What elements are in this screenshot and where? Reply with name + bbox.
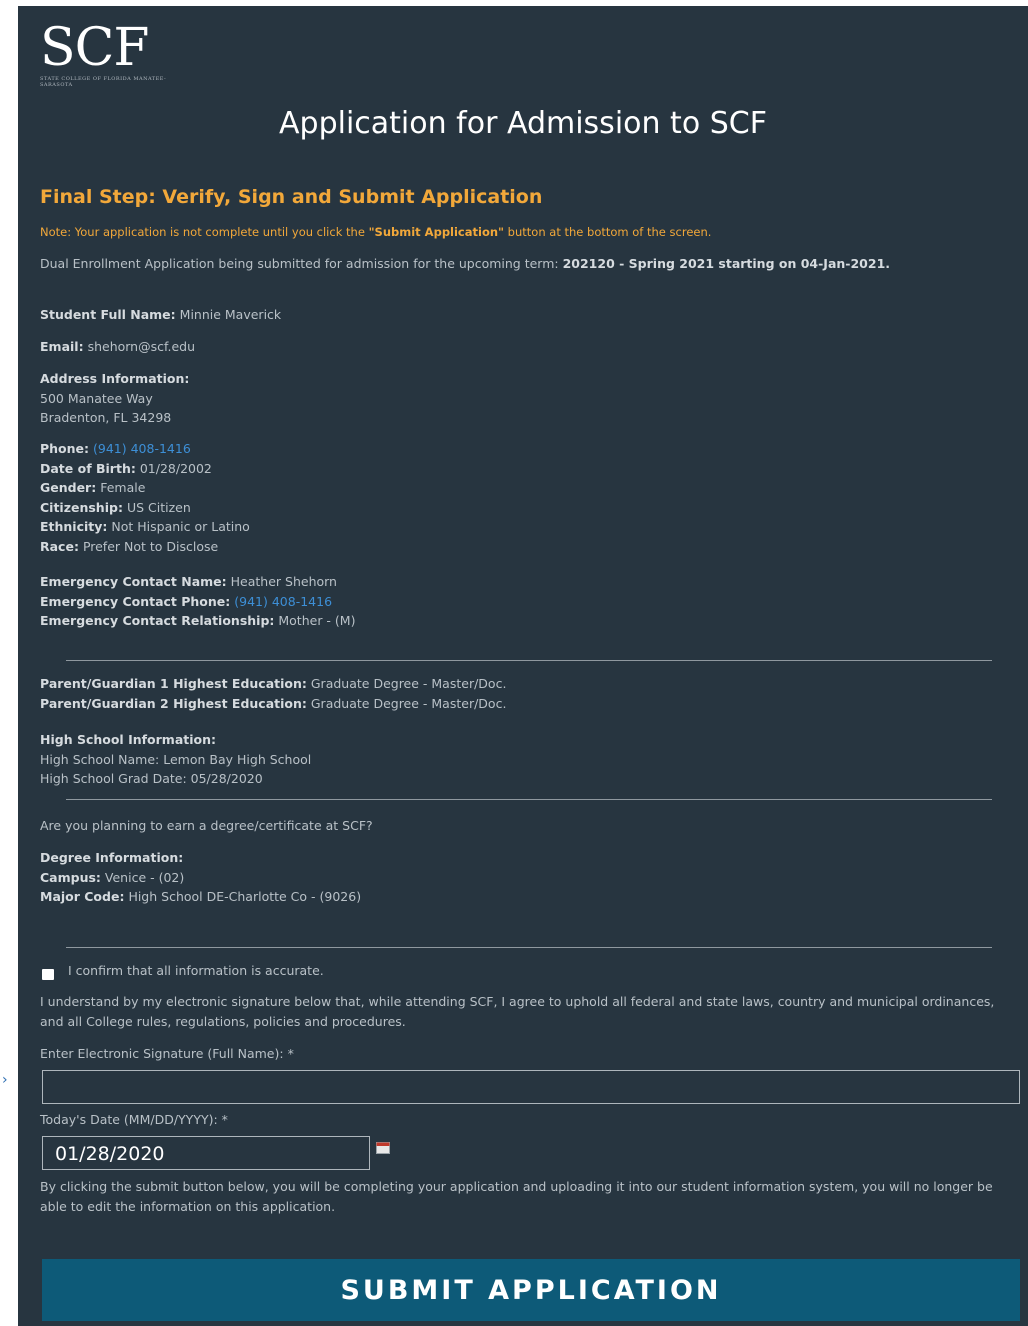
- parent-education: Parent/Guardian 1 Highest Education: Gra…: [40, 674, 506, 713]
- citizenship-value: US Citizen: [126, 499, 191, 515]
- address-label: Address Information:: [40, 371, 190, 386]
- emergency-name-label: Emergency Contact Name:: [40, 574, 227, 589]
- date-input[interactable]: 01/28/2020: [42, 1136, 370, 1170]
- required-marker: *: [287, 1046, 294, 1061]
- emergency-contact: Emergency Contact Name: Heather Shehorn …: [40, 572, 355, 631]
- calendar-icon[interactable]: [376, 1142, 390, 1154]
- emergency-phone-label: Emergency Contact Phone:: [40, 593, 231, 609]
- address-block: Address Information: 500 Manatee Way Bra…: [40, 369, 189, 428]
- required-marker: *: [221, 1112, 228, 1127]
- agreement-text: I understand by my electronic signature …: [40, 994, 995, 1029]
- emergency-relationship: Mother - (M): [278, 613, 356, 628]
- ethnicity-value: Not Hispanic or Latino: [111, 519, 250, 534]
- date-label: Today's Date (MM/DD/YYYY): *: [40, 1110, 228, 1130]
- dob-value: 01/28/2002: [139, 460, 212, 476]
- personal-details: Phone: (941) 408-1416 Date of Birth: 01/…: [40, 439, 250, 556]
- note-prefix: Note: Your application is not complete u…: [40, 225, 369, 239]
- logo-subtitle: STATE COLLEGE OF FLORIDA MANATEE-SARASOT…: [40, 76, 167, 88]
- high-school-name: Lemon Bay High School: [163, 751, 312, 767]
- race-label: Race:: [40, 538, 79, 554]
- confirm-checkbox[interactable]: [42, 969, 54, 980]
- intro-text: Dual Enrollment Application being submit…: [40, 254, 970, 274]
- campus-value: Venice - (02): [104, 869, 185, 885]
- completion-note: Note: Your application is not complete u…: [40, 225, 711, 239]
- parent2-label: Parent/Guardian 2 Highest Education:: [40, 695, 307, 711]
- address-line1: 500 Manatee Way: [40, 390, 153, 406]
- phone-link[interactable]: (941) 408-1416: [93, 441, 191, 456]
- ethnicity-label: Ethnicity:: [40, 519, 108, 534]
- final-note: By clicking the submit button below, you…: [40, 1179, 993, 1214]
- logo-mark: SCF: [40, 18, 150, 78]
- email-label: Email:: [40, 339, 84, 354]
- citizenship-label: Citizenship:: [40, 499, 123, 515]
- divider: [66, 799, 992, 800]
- high-school-grad: 05/28/2020: [190, 771, 263, 786]
- dob-label: Date of Birth:: [40, 460, 136, 476]
- major-value: High School DE-Charlotte Co - (9026): [128, 889, 362, 904]
- confirm-label: I confirm that all information is accura…: [68, 963, 324, 978]
- intro-text-lead: Dual Enrollment Application being submit…: [40, 256, 563, 271]
- email-row: Email: shehorn@scf.edu: [40, 337, 195, 357]
- campus-label: Campus:: [40, 869, 101, 885]
- date-label-text: Today's Date (MM/DD/YYYY):: [40, 1112, 218, 1127]
- signature-input[interactable]: [42, 1070, 1020, 1104]
- signature-label: Enter Electronic Signature (Full Name): …: [40, 1044, 294, 1064]
- high-school-heading: High School Information:: [40, 732, 217, 747]
- gender-label: Gender:: [40, 480, 97, 495]
- signature-label-text: Enter Electronic Signature (Full Name):: [40, 1046, 284, 1061]
- page-title: Application for Admission to SCF: [279, 106, 767, 141]
- parent2-value: Graduate Degree - Master/Doc.: [310, 695, 507, 711]
- degree-info: Degree Information: Campus: Venice - (02…: [40, 848, 361, 907]
- high-school-info: High School Information: High School Nam…: [40, 730, 311, 789]
- high-school-name-label: High School Name:: [40, 751, 160, 767]
- side-arrow-icon: ›: [2, 1072, 8, 1088]
- race-value: Prefer Not to Disclose: [82, 538, 219, 554]
- note-emphasis: "Submit Application": [368, 225, 505, 239]
- emergency-relationship-label: Emergency Contact Relationship:: [40, 613, 275, 628]
- application-panel: SCF STATE COLLEGE OF FLORIDA MANATEE-SAR…: [18, 6, 1028, 1326]
- high-school-grad-label: High School Grad Date:: [40, 771, 187, 786]
- parent1-value: Graduate Degree - Master/Doc.: [310, 676, 507, 691]
- student-name-label: Student Full Name:: [40, 307, 176, 322]
- parent1-label: Parent/Guardian 1 Highest Education:: [40, 676, 307, 691]
- step-heading: Final Step: Verify, Sign and Submit Appl…: [40, 186, 543, 208]
- submit-application-button[interactable]: SUBMIT APPLICATION: [42, 1259, 1020, 1321]
- major-label: Major Code:: [40, 889, 125, 904]
- student-name-row: Student Full Name: Minnie Maverick: [40, 305, 281, 325]
- address-line2: Bradenton, FL 34298: [40, 410, 172, 425]
- divider: [66, 660, 992, 661]
- gender-value: Female: [100, 480, 146, 495]
- emergency-name: Heather Shehorn: [230, 574, 337, 589]
- phone-label: Phone:: [40, 441, 90, 456]
- email-value: shehorn@scf.edu: [87, 339, 195, 354]
- intro-term: 202120 - Spring 2021 starting on 04-Jan-…: [562, 256, 891, 271]
- divider: [66, 947, 992, 948]
- note-suffix: button at the bottom of the screen.: [504, 225, 712, 239]
- emergency-phone-link[interactable]: (941) 408-1416: [234, 594, 332, 609]
- degree-question: Are you planning to earn a degree/certif…: [40, 818, 373, 833]
- student-name: Minnie Maverick: [179, 307, 282, 322]
- scf-logo: SCF STATE COLLEGE OF FLORIDA MANATEE-SAR…: [40, 20, 198, 88]
- degree-heading: Degree Information:: [40, 850, 184, 865]
